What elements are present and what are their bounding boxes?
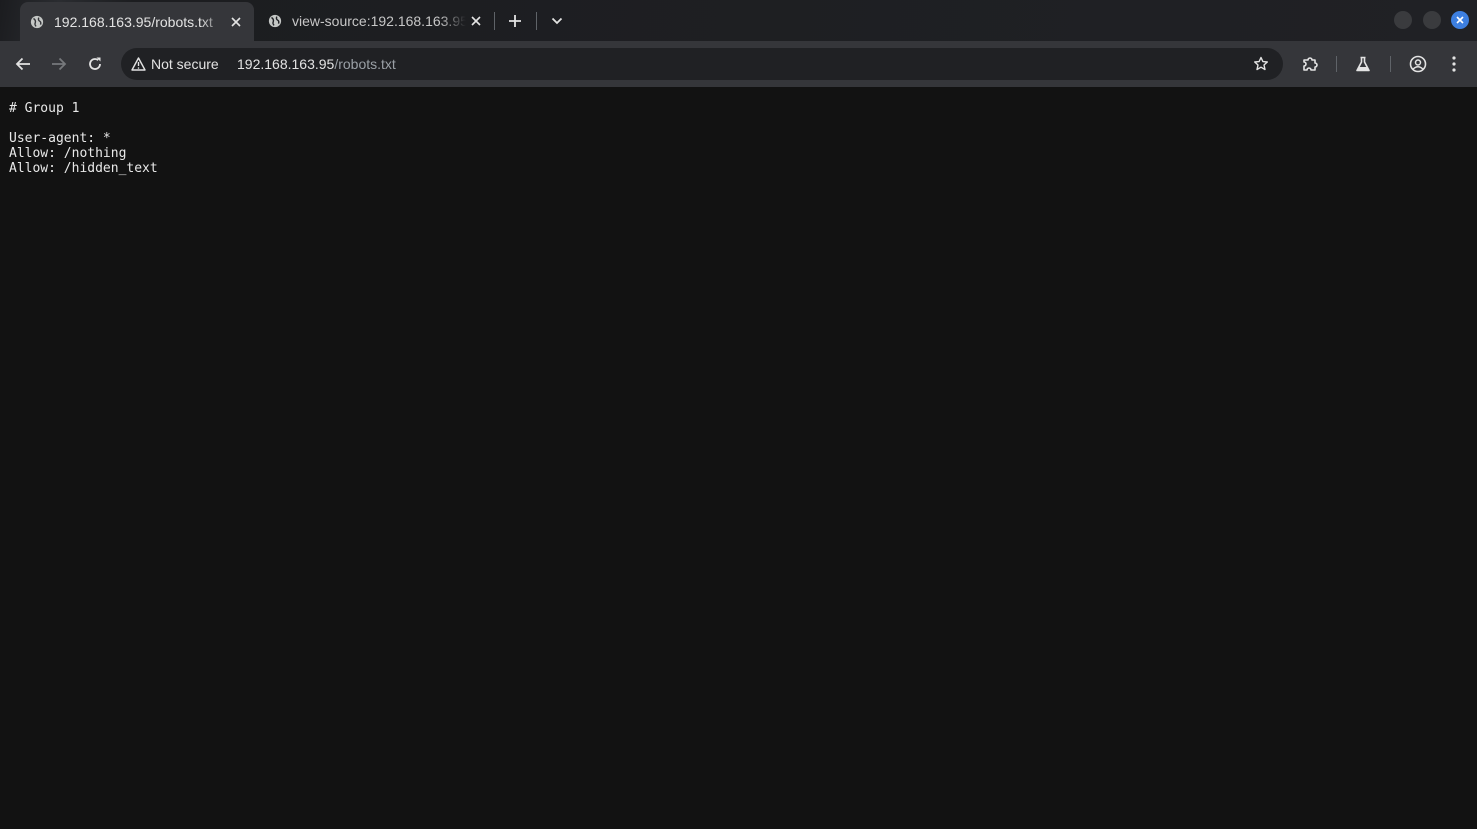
not-secure-label: Not secure	[151, 56, 219, 72]
tab-divider	[494, 12, 495, 30]
menu-button[interactable]	[1440, 50, 1468, 78]
browser-window: 192.168.163.95/robots.txt view-source:19…	[0, 0, 1477, 829]
address-bar[interactable]: Not secure 192.168.163.95/robots.txt	[121, 48, 1283, 80]
close-icon	[1456, 16, 1464, 24]
tab-divider	[536, 12, 537, 30]
site-info-chip[interactable]: Not secure	[127, 51, 225, 77]
browser-toolbar: Not secure 192.168.163.95/robots.txt	[0, 41, 1477, 87]
close-window-button[interactable]	[1451, 11, 1469, 29]
labs-button[interactable]	[1349, 50, 1377, 78]
extensions-button[interactable]	[1296, 50, 1324, 78]
flask-icon	[1356, 56, 1370, 72]
profile-button[interactable]	[1404, 50, 1432, 78]
close-tab-icon[interactable]	[466, 11, 486, 31]
puzzle-icon	[1303, 57, 1318, 71]
bookmark-star-button[interactable]	[1249, 52, 1273, 76]
tab-search-button[interactable]	[544, 8, 570, 34]
chevron-down-icon	[551, 17, 563, 25]
tab-robots-txt[interactable]: 192.168.163.95/robots.txt	[20, 2, 254, 41]
toolbar-divider	[1390, 56, 1391, 72]
page-content: # Group 1 User-agent: * Allow: /nothing All…	[0, 87, 1477, 829]
arrow-right-icon	[52, 57, 67, 71]
forward-button[interactable]	[45, 50, 73, 78]
text-line	[9, 116, 158, 131]
more-vertical-icon	[1452, 56, 1456, 72]
text-line: User-agent: *	[9, 131, 111, 146]
url-text[interactable]: 192.168.163.95/robots.txt	[237, 48, 396, 80]
plus-icon	[509, 15, 521, 27]
text-line: Allow: /hidden_text	[9, 161, 158, 176]
minimize-button[interactable]	[1394, 11, 1412, 29]
url-host: 192.168.163.95	[237, 56, 335, 72]
url-path: /robots.txt	[334, 56, 396, 72]
tab-strip: 192.168.163.95/robots.txt view-source:19…	[0, 0, 1477, 41]
arrow-left-icon	[15, 57, 30, 71]
text-line: # Group 1	[9, 101, 80, 116]
text-line: Allow: /nothing	[9, 146, 127, 161]
account-circle-icon	[1409, 55, 1427, 73]
maximize-button[interactable]	[1423, 11, 1441, 29]
tab-view-source[interactable]: view-source:192.168.163.95/robots.txt	[258, 0, 494, 41]
star-icon	[1254, 56, 1268, 71]
reload-icon	[89, 57, 101, 70]
reload-button[interactable]	[81, 50, 109, 78]
new-tab-button[interactable]	[502, 8, 528, 34]
robots-txt-text: # Group 1 User-agent: * Allow: /nothing All…	[9, 101, 158, 176]
back-button[interactable]	[9, 50, 37, 78]
globe-icon	[268, 14, 282, 27]
warning-triangle-icon	[131, 57, 146, 71]
tab-title: view-source:192.168.163.95/robots.txt	[292, 12, 466, 29]
close-tab-icon[interactable]	[226, 12, 246, 32]
globe-icon	[30, 15, 44, 28]
tab-title: 192.168.163.95/robots.txt	[54, 13, 213, 30]
toolbar-divider	[1336, 56, 1337, 72]
